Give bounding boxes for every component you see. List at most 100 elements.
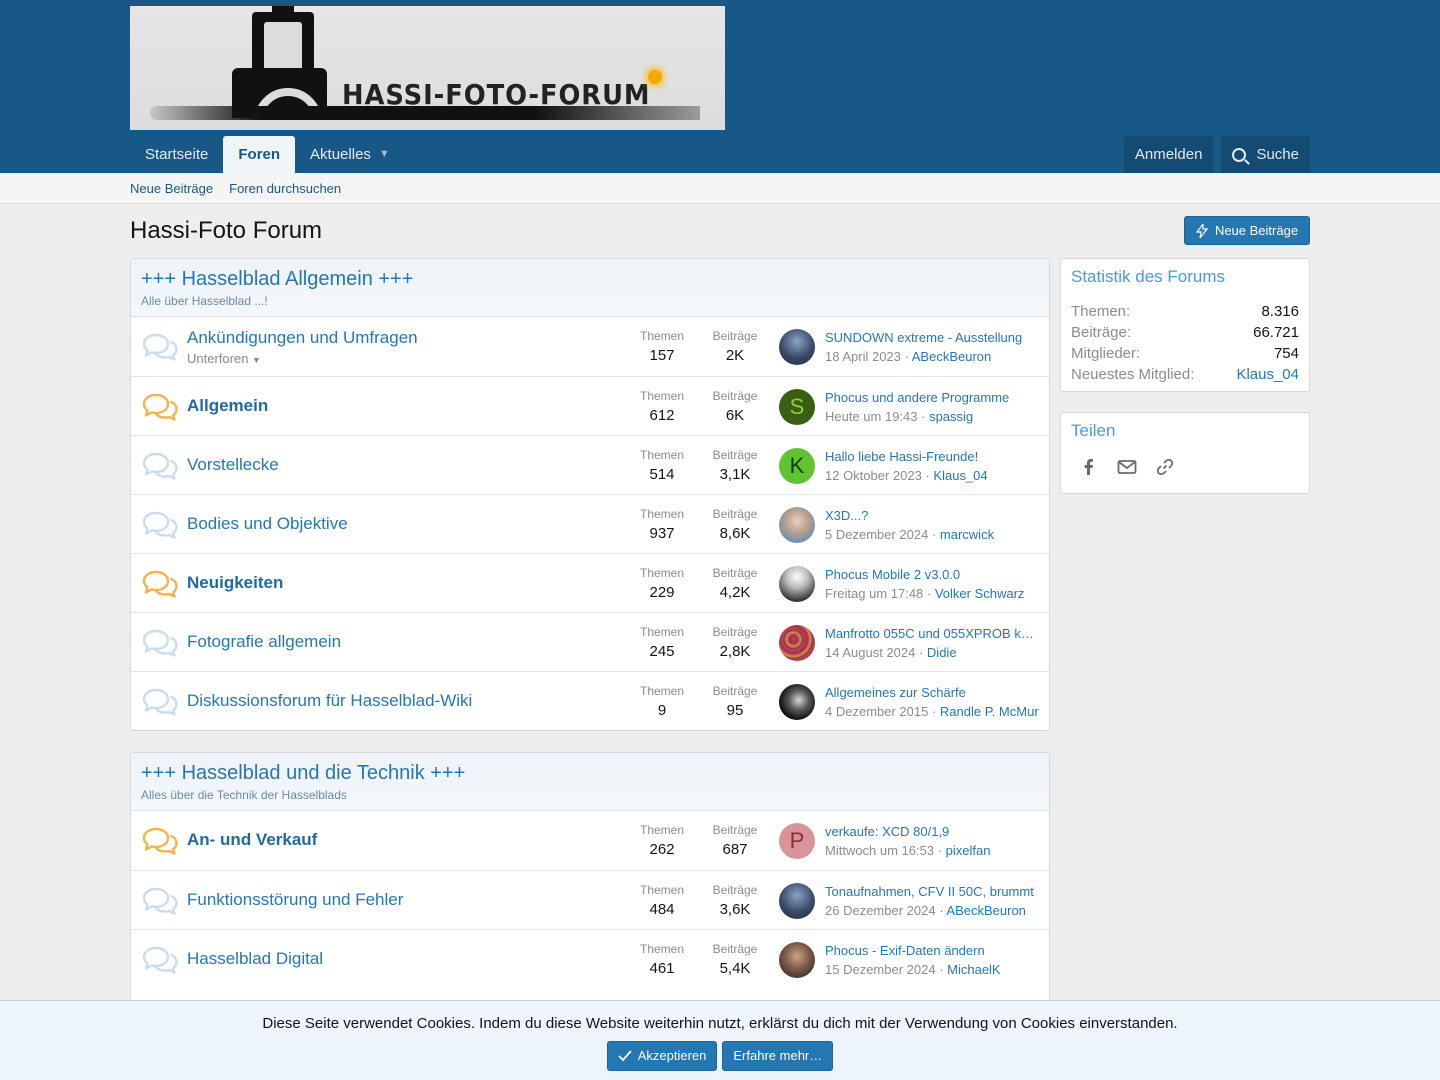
post-count: Beiträge 6K: [712, 389, 758, 424]
forum-chat-icon: [141, 570, 179, 598]
facebook-icon[interactable]: [1079, 457, 1099, 477]
forum-title-link[interactable]: Neuigkeiten: [187, 573, 283, 593]
forum-title-link[interactable]: Hasselblad Digital: [187, 949, 323, 969]
sub-nav: Neue Beiträge Foren durchsuchen: [0, 173, 1440, 204]
latest-date[interactable]: 5 Dezember 2024: [825, 527, 928, 542]
thread-count: Themen 612: [639, 389, 685, 424]
forum-title-link[interactable]: An- und Verkauf: [187, 830, 317, 850]
latest-user-link[interactable]: marcwick: [940, 527, 994, 542]
accept-cookies-button[interactable]: Akzeptieren: [606, 1041, 718, 1071]
avatar[interactable]: [779, 566, 815, 602]
latest-user-link[interactable]: ABeckBeuron: [946, 903, 1026, 918]
forum-title-link[interactable]: Diskussionsforum für Hasselblad-Wiki: [187, 691, 472, 711]
latest-date[interactable]: Mittwoch um 16:53: [825, 843, 934, 858]
latest-thread-link[interactable]: verkaufe: XCD 80/1,9: [825, 824, 1039, 839]
login-button[interactable]: Anmelden: [1123, 136, 1214, 173]
forum-title-link[interactable]: Funktionsstörung und Fehler: [187, 890, 403, 910]
tab-startseite[interactable]: Startseite: [130, 136, 223, 173]
post-count: Beiträge 4,2K: [712, 566, 758, 601]
search-icon: [1232, 147, 1247, 162]
latest-thread-link[interactable]: Phocus - Exif-Daten ändern: [825, 943, 1039, 958]
forum-title-link[interactable]: Bodies und Objektive: [187, 514, 348, 534]
forum-row[interactable]: Funktionsstörung und Fehler Themen 484 Beit…: [131, 870, 1049, 929]
latest-user-link[interactable]: ABeckBeuron: [912, 349, 992, 364]
latest-date[interactable]: Heute um 19:43: [825, 409, 918, 424]
learn-more-button[interactable]: Erfahre mehr…: [722, 1041, 834, 1071]
category-title[interactable]: +++ Hasselblad Allgemein +++: [141, 268, 1039, 291]
latest-user-link[interactable]: MichaelK: [947, 962, 1000, 977]
latest-thread-link[interactable]: X3D...?: [825, 508, 1039, 523]
latest-user-link[interactable]: Klaus_04: [933, 468, 987, 483]
latest-date[interactable]: 12 Oktober 2023: [825, 468, 922, 483]
subnav-new-posts[interactable]: Neue Beiträge: [130, 181, 213, 196]
avatar[interactable]: S: [779, 389, 815, 425]
email-icon[interactable]: [1117, 457, 1137, 477]
latest-post: Phocus - Exif-Daten ändern 15 Dezember 20…: [825, 943, 1039, 977]
thread-count: Themen 157: [639, 329, 685, 364]
stats-row: Neuestes Mitglied: Klaus_04: [1071, 366, 1299, 383]
forum-title-link[interactable]: Allgemein: [187, 396, 268, 416]
stats-row: Mitglieder: 754: [1071, 345, 1299, 362]
tab-aktuelles[interactable]: Aktuelles: [295, 136, 377, 173]
forum-row[interactable]: Neuigkeiten Themen 229 Beiträge 4,2K Phocus M…: [131, 553, 1049, 612]
bolt-icon: [1195, 221, 1209, 238]
stats-title: Statistik des Forums: [1071, 267, 1225, 286]
latest-date[interactable]: 15 Dezember 2024: [825, 962, 936, 977]
latest-thread-link[interactable]: Manfrotto 055C und 055XPROB k…: [825, 626, 1039, 641]
latest-user-link[interactable]: pixelfan: [946, 843, 991, 858]
forum-title-link[interactable]: Vorstellecke: [187, 455, 279, 475]
forum-chat-icon: [141, 688, 179, 716]
newest-member-link[interactable]: Klaus_04: [1236, 366, 1299, 383]
forum-row[interactable]: Diskussionsforum für Hasselblad-Wiki Them…: [131, 671, 1049, 730]
avatar[interactable]: [779, 329, 815, 365]
latest-user-link[interactable]: Randle P. McMurphy: [940, 704, 1039, 719]
forum-row[interactable]: Allgemein Themen 612 Beiträge 6K S Phocus und …: [131, 376, 1049, 435]
site-logo[interactable]: HASSI-FOTO-FORUM: [130, 6, 725, 130]
subnav-search-forums[interactable]: Foren durchsuchen: [229, 181, 341, 196]
avatar[interactable]: [779, 883, 815, 919]
forum-chat-icon: [141, 393, 179, 421]
forum-row[interactable]: Vorstellecke Themen 514 Beiträge 3,1K K Hallo …: [131, 435, 1049, 494]
category-title[interactable]: +++ Hasselblad und die Technik +++: [141, 762, 1039, 785]
latest-user-link[interactable]: spassig: [929, 409, 973, 424]
latest-thread-link[interactable]: Allgemeines zur Schärfe: [825, 685, 1039, 700]
latest-thread-link[interactable]: SUNDOWN extreme - Ausstellung: [825, 330, 1039, 345]
avatar[interactable]: [779, 507, 815, 543]
subforums-toggle[interactable]: Unterforen ▼: [187, 351, 261, 366]
latest-thread-link[interactable]: Phocus und andere Programme: [825, 390, 1039, 405]
avatar[interactable]: [779, 942, 815, 978]
chevron-down-icon[interactable]: ▼: [377, 136, 396, 173]
forum-row[interactable]: An- und Verkauf Themen 262 Beiträge 687 Pverk…: [131, 811, 1049, 870]
latest-post: SUNDOWN extreme - Ausstellung 18 April 20…: [825, 330, 1039, 364]
avatar[interactable]: K: [779, 448, 815, 484]
forum-row[interactable]: Bodies und Objektive Themen 937 Beiträge 8,6…: [131, 494, 1049, 553]
latest-user-link[interactable]: Didie: [927, 645, 957, 660]
latest-thread-link[interactable]: Phocus Mobile 2 v3.0.0: [825, 567, 1039, 582]
forum-chat-icon: [141, 946, 179, 974]
avatar[interactable]: [779, 625, 815, 661]
latest-date[interactable]: 4 Dezember 2015: [825, 704, 928, 719]
forum-row[interactable]: Fotografie allgemein Themen 245 Beiträge 2,8…: [131, 612, 1049, 671]
latest-date[interactable]: 14 August 2024: [825, 645, 915, 660]
cookie-notice: Diese Seite verwendet Cookies. Indem du …: [0, 1000, 1440, 1080]
link-icon[interactable]: [1155, 457, 1175, 477]
latest-date[interactable]: Freitag um 17:48: [825, 586, 923, 601]
new-posts-button[interactable]: Neue Beiträge: [1184, 216, 1310, 245]
forum-title-link[interactable]: Ankündigungen und Umfragen: [187, 328, 418, 348]
latest-user-link[interactable]: Volker Schwarz: [935, 586, 1025, 601]
latest-post: Phocus und andere Programme Heute um 19:4…: [825, 390, 1039, 424]
forum-title-link[interactable]: Fotografie allgemein: [187, 632, 341, 652]
latest-date[interactable]: 18 April 2023: [825, 349, 901, 364]
avatar[interactable]: P: [779, 823, 815, 859]
share-title: Teilen: [1071, 421, 1116, 440]
latest-date[interactable]: 26 Dezember 2024: [825, 903, 936, 918]
tab-foren[interactable]: Foren: [223, 136, 296, 173]
latest-thread-link[interactable]: Tonaufnahmen, CFV II 50C, brummt: [825, 884, 1039, 899]
avatar[interactable]: [779, 684, 815, 720]
thread-count: Themen 937: [639, 507, 685, 542]
forum-row[interactable]: Hasselblad Digital Themen 461 Beiträge 5,4K P…: [131, 929, 1049, 988]
latest-thread-link[interactable]: Hallo liebe Hassi-Freunde!: [825, 449, 1039, 464]
search-button[interactable]: Suche: [1221, 136, 1310, 173]
post-count: Beiträge 95: [712, 684, 758, 719]
forum-row[interactable]: Ankündigungen und Umfragen Unterforen ▼ Th…: [131, 317, 1049, 376]
